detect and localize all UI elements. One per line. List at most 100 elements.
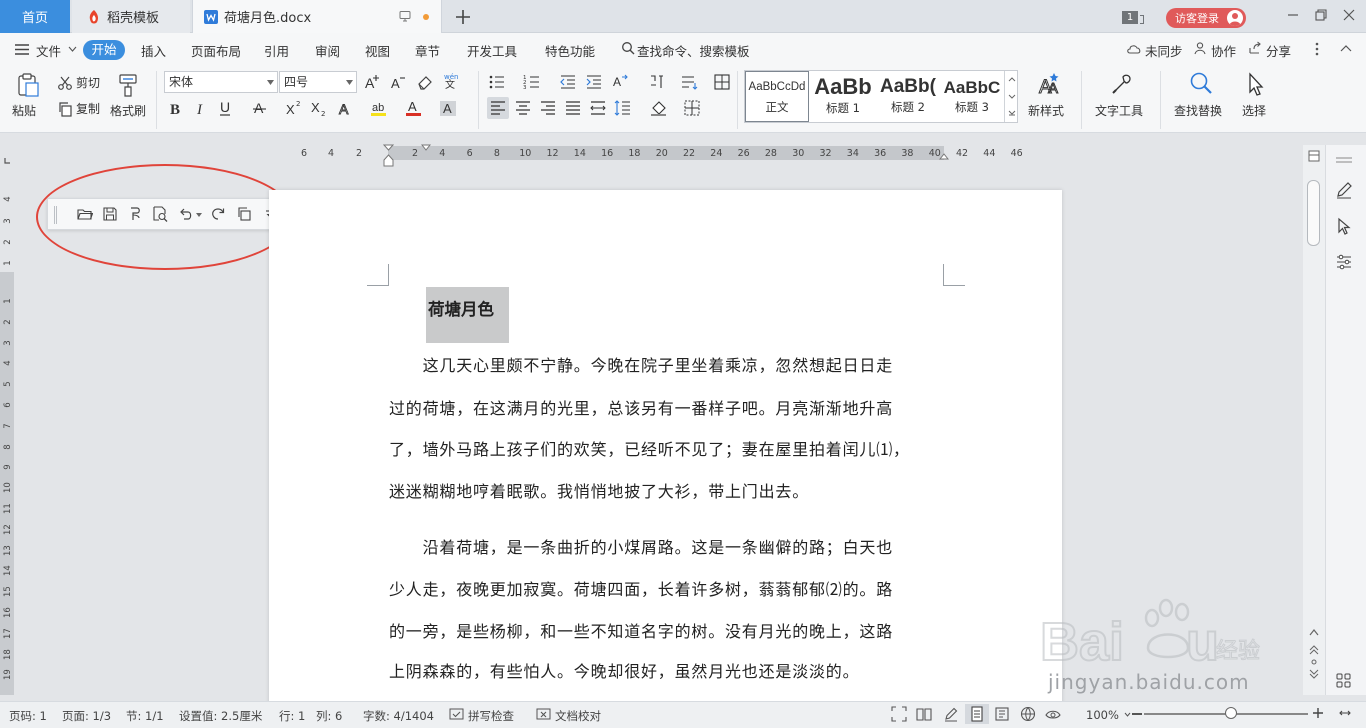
underline-icon[interactable]: U <box>217 99 235 117</box>
menu-references[interactable]: 引用 <box>264 41 289 60</box>
edit-mode-icon[interactable] <box>943 706 959 722</box>
fit-width-icon[interactable] <box>1339 707 1351 719</box>
panel-collapse-icon[interactable] <box>1336 157 1352 163</box>
menu-layout[interactable]: 页面布局 <box>191 41 241 60</box>
menu-review[interactable]: 审阅 <box>315 41 340 60</box>
hamburger-menu-icon[interactable] <box>14 43 30 56</box>
line-spacing-icon[interactable] <box>614 99 632 117</box>
new-tab-button[interactable] <box>452 6 474 28</box>
grid-apps-icon[interactable] <box>1334 671 1354 691</box>
menu-features[interactable]: 特色功能 <box>545 41 595 60</box>
zoom-in-icon[interactable] <box>1312 707 1324 719</box>
status-setting[interactable]: 设置值: 2.5厘米 <box>179 708 262 724</box>
paste-icon[interactable] <box>15 72 41 98</box>
status-page-count[interactable]: 页面: 1/3 <box>62 708 111 724</box>
collapse-ribbon-icon[interactable] <box>1340 44 1352 52</box>
outline-view-icon[interactable] <box>994 706 1010 722</box>
sort-icon[interactable] <box>680 73 698 91</box>
bullet-list-icon[interactable] <box>488 73 506 91</box>
strikethrough-icon[interactable]: A <box>252 99 270 117</box>
more-vertical-icon[interactable] <box>1315 42 1319 56</box>
shrink-font-icon[interactable]: A <box>390 73 408 91</box>
paste-label[interactable]: 粘贴 <box>12 102 36 119</box>
new-style-label[interactable]: 新样式 <box>1028 102 1064 119</box>
pinyin-guide-icon[interactable]: wén 文 <box>443 71 461 89</box>
menu-view[interactable]: 视图 <box>365 41 390 60</box>
char-shading-icon[interactable]: A <box>439 99 457 117</box>
new-style-icon[interactable]: AA <box>1037 71 1063 97</box>
format-painter-icon[interactable] <box>115 72 141 98</box>
menu-insert[interactable]: 插入 <box>141 41 166 60</box>
select-label[interactable]: 选择 <box>1242 102 1266 119</box>
shading-icon[interactable] <box>650 99 668 117</box>
justify-icon[interactable] <box>564 99 582 117</box>
align-center-icon[interactable] <box>514 99 532 117</box>
borders-icon[interactable] <box>683 99 701 117</box>
tab-document[interactable]: 荷塘月色.docx <box>192 0 442 33</box>
chevron-down-icon[interactable] <box>68 46 77 52</box>
text-tools-icon[interactable] <box>1109 71 1135 97</box>
chinese-layout-icon[interactable] <box>648 73 666 91</box>
pointer-icon[interactable] <box>1334 216 1354 236</box>
monitor-icon[interactable] <box>399 10 411 22</box>
tab-stop-icon[interactable] <box>4 158 10 164</box>
style-normal[interactable]: AaBbCcDd 正文 <box>745 71 809 122</box>
decrease-indent-icon[interactable] <box>559 73 577 91</box>
status-zoom[interactable]: 100% <box>1086 708 1119 722</box>
close-icon[interactable] <box>1342 8 1356 22</box>
reading-mode-icon[interactable] <box>916 706 932 722</box>
style-heading1[interactable]: AaBb 标题 1 <box>811 71 875 122</box>
zoom-slider-knob[interactable] <box>1225 707 1237 719</box>
menu-chapter[interactable]: 章节 <box>415 41 440 60</box>
clear-format-icon[interactable] <box>416 73 434 91</box>
page-nav-icon[interactable] <box>1308 644 1320 680</box>
text-effect-icon[interactable]: A <box>337 99 355 117</box>
align-left-icon[interactable] <box>489 99 507 117</box>
indent-marker-icon[interactable] <box>383 144 394 168</box>
right-indent-icon[interactable] <box>939 151 949 160</box>
find-replace-icon[interactable] <box>1188 70 1214 96</box>
status-words[interactable]: 字数: 4/1404 <box>363 708 434 724</box>
format-painter-label[interactable]: 格式刷 <box>110 102 146 119</box>
scrollbar-thumb[interactable] <box>1307 180 1320 246</box>
select-cursor-icon[interactable] <box>1243 71 1269 97</box>
scroll-up-icon[interactable] <box>1309 628 1319 636</box>
font-name-select[interactable]: 宋体 <box>164 71 278 93</box>
find-replace-label[interactable]: 查找替换 <box>1174 102 1222 119</box>
menu-file[interactable]: 文件 <box>36 41 61 60</box>
web-view-icon[interactable] <box>1020 706 1036 722</box>
split-view-icon[interactable] <box>1308 150 1320 162</box>
align-right-icon[interactable] <box>539 99 557 117</box>
italic-icon[interactable]: I <box>192 99 210 117</box>
text-tools-label[interactable]: 文字工具 <box>1095 102 1143 119</box>
menu-sync[interactable]: 未同步 <box>1145 41 1183 60</box>
style-gallery-scroll[interactable] <box>1004 71 1018 122</box>
fullscreen-icon[interactable] <box>891 706 907 722</box>
cut-button[interactable]: 剪切 <box>57 74 100 91</box>
status-spell-check[interactable]: 拼写检查 <box>468 708 514 724</box>
menu-collab[interactable]: 协作 <box>1211 41 1236 60</box>
text-direction-icon[interactable]: A <box>612 73 630 91</box>
menu-start[interactable]: 开始 <box>83 40 125 60</box>
minimize-icon[interactable] <box>1286 8 1300 22</box>
selected-title[interactable]: 荷塘月色 <box>426 287 509 343</box>
menu-share[interactable]: 分享 <box>1266 41 1291 60</box>
eye-protection-icon[interactable] <box>1045 706 1061 722</box>
subscript-icon[interactable]: X2 <box>310 99 328 117</box>
menu-developer[interactable]: 开发工具 <box>467 41 517 60</box>
settings-sliders-icon[interactable] <box>1334 252 1354 272</box>
zoom-chevron-down-icon[interactable] <box>1124 712 1131 717</box>
superscript-icon[interactable]: X2 <box>285 99 303 117</box>
zoom-out-icon[interactable] <box>1132 713 1142 715</box>
font-size-select[interactable]: 四号 <box>279 71 357 93</box>
style-heading2[interactable]: AaBb( 标题 2 <box>876 71 940 122</box>
style-heading3[interactable]: AaBbC 标题 3 <box>941 71 1003 122</box>
highlight-color-icon[interactable]: ab <box>370 99 388 117</box>
show-marks-icon[interactable] <box>713 73 731 91</box>
copy-button[interactable]: 复制 <box>57 100 100 117</box>
font-color-icon[interactable]: A <box>405 99 423 117</box>
numbered-list-icon[interactable]: 123 <box>523 73 541 91</box>
status-doc-proof[interactable]: 文档校对 <box>555 708 601 724</box>
status-page-num[interactable]: 页码: 1 <box>9 708 47 724</box>
grow-font-icon[interactable]: A <box>364 73 382 91</box>
